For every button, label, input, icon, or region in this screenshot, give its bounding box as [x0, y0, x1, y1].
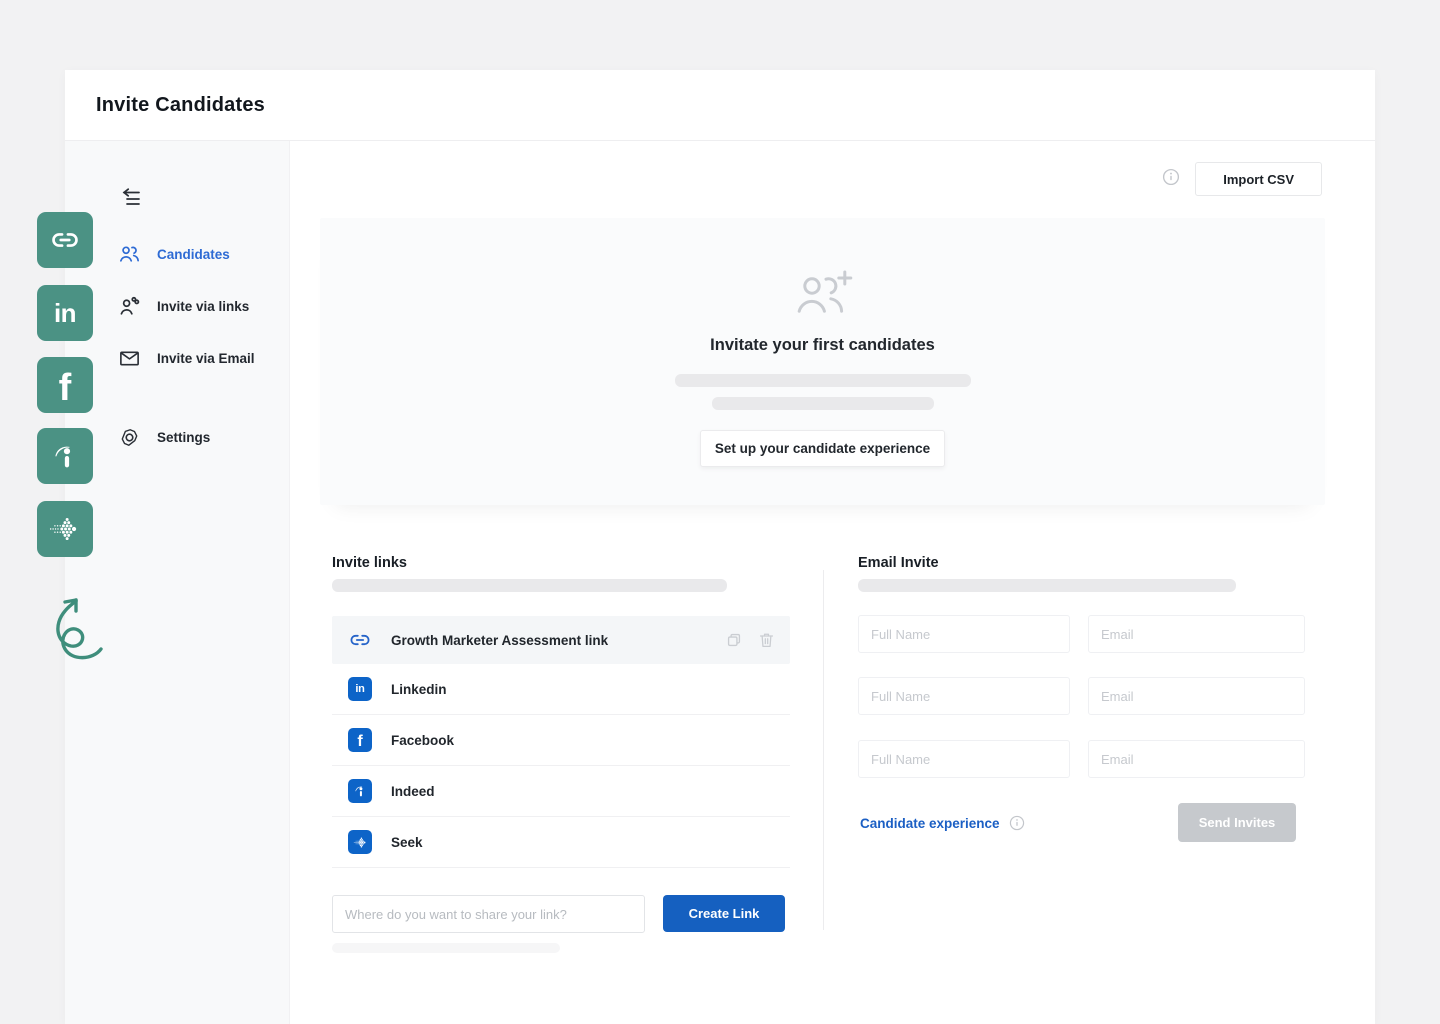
invite-links-heading: Invite links [332, 555, 407, 571]
list-item-label: Growth Marketer Assessment link [391, 633, 608, 648]
invite-links-list: Growth Marketer Assessment link in [332, 616, 790, 868]
list-item-assessment-link[interactable]: Growth Marketer Assessment link [332, 616, 790, 664]
list-item-seek[interactable]: Seek [332, 817, 790, 868]
empty-state-title: Invitate your first candidates [710, 336, 935, 355]
send-invites-button[interactable]: Send Invites [1178, 803, 1296, 842]
import-csv-button[interactable]: Import CSV [1195, 162, 1322, 196]
list-item-label: Facebook [391, 733, 454, 748]
email-field[interactable] [1088, 677, 1305, 715]
section-divider [823, 570, 824, 930]
link-icon [37, 212, 93, 268]
list-item-facebook[interactable]: f Facebook [332, 715, 790, 766]
facebook-icon: f [348, 728, 372, 752]
create-link-button[interactable]: Create Link [663, 895, 785, 932]
trash-icon[interactable] [757, 630, 776, 650]
sidebar-item-label: Candidates [157, 247, 230, 262]
main-content: Import CSV Invitate your first candidate… [290, 141, 1375, 1024]
sidebar-item-label: Invite via links [157, 299, 249, 314]
indeed-icon [37, 428, 93, 484]
linkedin-icon: in [348, 677, 372, 701]
envelope-icon [118, 347, 141, 370]
skeleton-bar [332, 579, 727, 592]
email-field[interactable] [1088, 740, 1305, 778]
seek-icon [348, 830, 372, 854]
indeed-icon [348, 779, 372, 803]
link-icon [348, 628, 372, 652]
skeleton-bar [332, 943, 560, 953]
empty-state-panel: Invitate your first candidates Set up yo… [320, 218, 1325, 505]
email-invite-heading: Email Invite [858, 555, 939, 571]
sidebar-item-label: Settings [157, 430, 210, 445]
share-link-input[interactable] [332, 895, 645, 933]
gear-icon [118, 426, 141, 449]
window-header: Invite Candidates [65, 70, 1375, 141]
info-icon[interactable] [1009, 815, 1025, 831]
skeleton-bar [858, 579, 1236, 592]
info-icon[interactable] [1162, 168, 1180, 191]
sidebar-item-candidates[interactable]: Candidates [65, 237, 289, 271]
toolbar: Import CSV [1162, 162, 1322, 196]
seek-icon [37, 501, 93, 557]
email-field[interactable] [1088, 615, 1305, 653]
list-item-linkedin[interactable]: in Linkedin [332, 664, 790, 715]
sidebar-item-settings[interactable]: Settings [65, 420, 289, 454]
sidebar-item-invite-via-email[interactable]: Invite via Email [65, 341, 289, 375]
hand-drawn-arrow [44, 588, 108, 664]
collapse-sidebar-icon[interactable] [120, 187, 144, 209]
full-name-field[interactable] [858, 740, 1070, 778]
invite-candidates-window: Invite Candidates Candidates [65, 70, 1375, 1024]
full-name-field[interactable] [858, 677, 1070, 715]
list-item-indeed[interactable]: Indeed [332, 766, 790, 817]
sidebar: Candidates Invite via links Invite v [65, 141, 290, 1024]
people-icon [118, 243, 141, 266]
sidebar-item-invite-via-links[interactable]: Invite via links [65, 289, 289, 323]
linkedin-icon: in [37, 285, 93, 341]
candidate-experience-link[interactable]: Candidate experience [860, 815, 1025, 831]
row-actions [724, 630, 776, 650]
page-title: Invite Candidates [96, 94, 265, 117]
facebook-icon: f [37, 357, 93, 413]
people-plus-icon [790, 266, 856, 327]
list-item-label: Linkedin [391, 682, 447, 697]
sidebar-item-label: Invite via Email [157, 351, 255, 366]
skeleton-bar [675, 374, 971, 387]
person-link-icon [118, 295, 141, 318]
copy-icon[interactable] [724, 630, 744, 650]
full-name-field[interactable] [858, 615, 1070, 653]
list-item-label: Indeed [391, 784, 435, 799]
skeleton-bar [712, 397, 934, 410]
setup-candidate-experience-button[interactable]: Set up your candidate experience [700, 430, 945, 467]
candidate-experience-label: Candidate experience [860, 816, 1000, 831]
list-item-label: Seek [391, 835, 423, 850]
